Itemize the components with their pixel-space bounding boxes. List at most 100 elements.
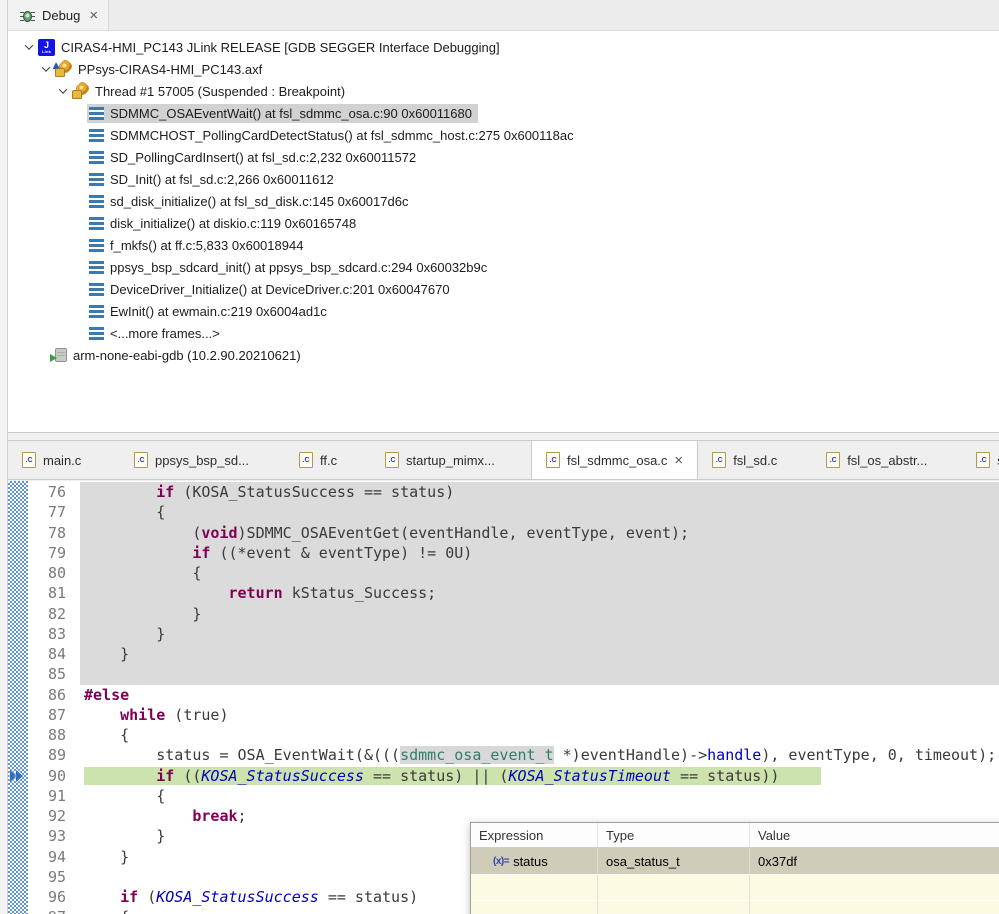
editor-tab-fsl-sd-c[interactable]: .C fsl_sd.c	[698, 441, 812, 479]
editor-tab-startup-mimx-[interactable]: .C startup_mimx...	[371, 441, 531, 479]
stack-frame-icon	[89, 150, 104, 164]
tree-row[interactable]: arm-none-eabi-gdb (10.2.90.20210621)	[8, 344, 999, 366]
code-line[interactable]: 88 {	[28, 725, 999, 746]
code-line[interactable]: 76 if (KOSA_StatusSuccess == status)	[28, 482, 999, 503]
popup-header-row: Expression Type Value	[471, 823, 999, 848]
stack-frame-row[interactable]: sd_disk_initialize() at fsl_sd_disk.c:14…	[8, 190, 999, 212]
editor-tab-label: ppsys_bsp_sd...	[155, 452, 249, 468]
stack-frame-row[interactable]: SD_PollingCardInsert() at fsl_sd.c:2,232…	[8, 146, 999, 168]
stack-frame-icon	[89, 106, 104, 120]
expression-row[interactable]: (x)= status osa_status_t 0x37df	[471, 848, 999, 874]
tree-row-content[interactable]: SDMMC_OSAEventWait() at fsl_sdmmc_osa.c:…	[87, 103, 478, 123]
line-number: 91	[28, 785, 80, 806]
tree-row-label: sd_disk_initialize() at fsl_sd_disk.c:14…	[110, 193, 409, 209]
line-number: 96	[28, 887, 80, 908]
tree-row-label: CIRAS4-HMI_PC143 JLink RELEASE [GDB SEGG…	[61, 39, 500, 55]
tree-row-content[interactable]: disk_initialize() at diskio.c:119 0x6016…	[87, 214, 362, 233]
code-line[interactable]: 86 #else	[28, 684, 999, 705]
code-line[interactable]: 78 (void)SDMMC_OSAEventGet(eventHandle, …	[28, 522, 999, 543]
debug-view: Debug × J Link CIRAS4-HMI_PC143 JLink RELE…	[8, 0, 999, 433]
tree-row-content[interactable]: SDMMCHOST_PollingCardDetectStatus() at f…	[87, 126, 580, 145]
stack-frame-row[interactable]: SDMMC_OSAEventWait() at fsl_sdmmc_osa.c:…	[8, 102, 999, 124]
tree-row-content[interactable]: <...more frames...>	[87, 324, 226, 343]
line-number: 79	[28, 542, 80, 563]
code-line[interactable]: 84 }	[28, 644, 999, 665]
popup-column-header: Value	[749, 823, 999, 847]
tree-row-content[interactable]: J Link CIRAS4-HMI_PC143 JLink RELEASE [GDB…	[36, 37, 506, 58]
stack-frame-row[interactable]: disk_initialize() at diskio.c:119 0x6016…	[8, 212, 999, 234]
tree-row[interactable]: J Link CIRAS4-HMI_PC143 JLink RELEASE [GDB…	[8, 36, 999, 58]
code-line[interactable]: 82 }	[28, 603, 999, 624]
expression-row[interactable]	[471, 900, 999, 914]
editor-tab-fsl-sdmmc-osa-c[interactable]: .C fsl_sdmmc_osa.c ×	[531, 441, 699, 479]
stack-frame-row[interactable]: SD_Init() at fsl_sd.c:2,266 0x60011612	[8, 168, 999, 190]
line-number: 85	[28, 664, 80, 685]
tree-row-label: Thread #1 57005 (Suspended : Breakpoint)	[95, 83, 346, 99]
c-file-icon: .C	[299, 452, 313, 468]
chevron-down-icon[interactable]	[22, 41, 36, 50]
editor-tab-ppsys-bsp-sd-[interactable]: .C ppsys_bsp_sd...	[120, 441, 285, 479]
stack-frame-row[interactable]: EwInit() at ewmain.c:219 0x6004ad1c	[8, 300, 999, 322]
close-icon[interactable]: ×	[89, 7, 98, 24]
line-number: 82	[28, 603, 80, 624]
editor-tab-ff-c[interactable]: .C ff.c	[285, 441, 371, 479]
tree-row-content[interactable]: EwInit() at ewmain.c:219 0x6004ad1c	[87, 302, 333, 321]
tree-row-content[interactable]: Thread #1 57005 (Suspended : Breakpoint)	[70, 81, 351, 101]
code-line[interactable]: 90 if ((KOSA_StatusSuccess == status) ||…	[28, 765, 999, 786]
value-cell	[749, 875, 999, 900]
stack-frame-row[interactable]: f_mkfs() at ff.c:5,833 0x60018944	[8, 234, 999, 256]
tree-row-content[interactable]: f_mkfs() at ff.c:5,833 0x60018944	[87, 236, 309, 255]
tree-row-content[interactable]: arm-none-eabi-gdb (10.2.90.20210621)	[50, 346, 307, 365]
stack-frame-icon	[89, 326, 104, 340]
chevron-down-icon[interactable]	[39, 63, 53, 72]
editor-tab-label: main.c	[43, 452, 82, 468]
line-number: 93	[28, 826, 80, 847]
editor-tab-label: startup_mimx...	[406, 452, 495, 468]
stack-frame-icon	[89, 172, 104, 186]
variable-icon: (x)=	[493, 855, 510, 867]
tree-row-content[interactable]: SD_PollingCardInsert() at fsl_sd.c:2,232…	[87, 148, 422, 167]
line-number: 89	[28, 745, 80, 766]
chevron-down-icon[interactable]	[56, 85, 70, 94]
code-line[interactable]: 83 }	[28, 623, 999, 644]
tree-row-label: <...more frames...>	[110, 325, 220, 341]
expression-row[interactable]	[471, 874, 999, 900]
tree-row-content[interactable]: sd_disk_initialize() at fsl_sd_disk.c:14…	[87, 192, 414, 211]
line-number: 87	[28, 704, 80, 725]
code-line[interactable]: 80 {	[28, 563, 999, 584]
code-line[interactable]: 85	[28, 664, 999, 685]
code-line[interactable]: 79 if ((*event & eventType) != 0U)	[28, 542, 999, 563]
stack-frame-row[interactable]: ppsys_bsp_sdcard_init() at ppsys_bsp_sdc…	[8, 256, 999, 278]
line-number: 94	[28, 846, 80, 867]
code-line[interactable]: 77 {	[28, 502, 999, 523]
tab-debug[interactable]: Debug ×	[8, 0, 110, 30]
tree-row-label: disk_initialize() at diskio.c:119 0x6016…	[110, 215, 357, 231]
executable-icon	[52, 61, 72, 77]
popup-column-header: Expression	[479, 827, 544, 843]
tree-row[interactable]: Thread #1 57005 (Suspended : Breakpoint)	[8, 80, 999, 102]
stack-frame-row[interactable]: <...more frames...>	[8, 322, 999, 344]
close-icon[interactable]: ×	[674, 452, 683, 469]
code-line[interactable]: 81 return kStatus_Success;	[28, 583, 999, 604]
tree-row[interactable]: PPsys-CIRAS4-HMI_PC143.axf	[8, 58, 999, 80]
tree-row-content[interactable]: DeviceDriver_Initialize() at DeviceDrive…	[87, 280, 456, 299]
stack-frame-row[interactable]: SDMMCHOST_PollingCardDetectStatus() at f…	[8, 124, 999, 146]
line-number: 92	[28, 806, 80, 827]
editor-tab-label: fsl_sd.c	[733, 452, 778, 468]
value-cell	[749, 901, 999, 914]
editor-tab-main-c[interactable]: .C main.c	[8, 441, 120, 479]
code-line[interactable]: 89 status = OSA_EventWait(&(((sdmmc_osa_…	[28, 745, 999, 766]
editor-tab-fsl-os-abstr-[interactable]: .C fsl_os_abstr...	[812, 441, 962, 479]
annotation-ruler[interactable]	[8, 481, 28, 914]
tree-row-content[interactable]: PPsys-CIRAS4-HMI_PC143.axf	[52, 59, 268, 79]
code-line[interactable]: 87 while (true)	[28, 704, 999, 725]
tree-row-content[interactable]: SD_Init() at fsl_sd.c:2,266 0x60011612	[87, 170, 340, 189]
tree-row-content[interactable]: ppsys_bsp_sdcard_init() at ppsys_bsp_sdc…	[87, 258, 493, 277]
line-number: 81	[28, 583, 80, 604]
line-number: 88	[28, 725, 80, 746]
editor-tab-label: fsl_os_abstr...	[847, 452, 928, 468]
c-file-icon: .C	[546, 452, 560, 468]
stack-frame-row[interactable]: DeviceDriver_Initialize() at DeviceDrive…	[8, 278, 999, 300]
editor-tab-sc[interactable]: .Csc	[962, 441, 999, 479]
code-line[interactable]: 91 {	[28, 785, 999, 806]
